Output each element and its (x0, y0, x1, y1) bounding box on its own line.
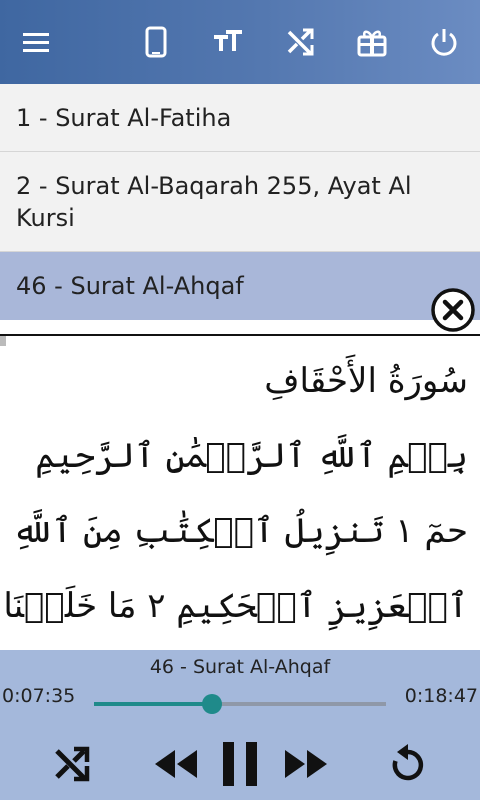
text-size-icon (214, 30, 242, 51)
verse-line: حمٓ ١ تَنزِيلُ ٱلۡكِتَٰبِ مِنَ ٱللَّهِ (12, 511, 468, 551)
power-button[interactable] (420, 18, 468, 66)
list-item-label: 2 - Surat Al-Baqarah 255, Ayat Al Kursi (16, 171, 412, 232)
pause-icon (223, 742, 257, 786)
verse-line: بِسۡمِ ٱللَّهِ ٱلرَّحۡمَٰنِ ٱلرَّحِيمِ (35, 436, 468, 476)
scroll-edge (0, 336, 6, 346)
verse-line: ٱلۡعَزِيزِ ٱلۡحَكِيمِ ٢ مَا خَلَقۡنَا (3, 586, 468, 626)
total-time: 0:18:47 (404, 685, 478, 707)
surah-heading: سُورَةُ الأَحْقَافِ (264, 361, 468, 401)
audio-player: 46 - Surat Al-Ahqaf 0:07:35 0:18:47 (0, 650, 480, 800)
verse-panel: سُورَةُ الأَحْقَافِ بِسۡمِ ٱللَّهِ ٱلرَّ… (0, 334, 480, 650)
list-item-label: 46 - Surat Al-Ahqaf (16, 272, 244, 300)
repeat-icon (392, 744, 424, 781)
text-size-button[interactable] (204, 18, 252, 66)
verse-text: سُورَةُ الأَحْقَافِ بِسۡمِ ٱللَّهِ ٱلرَّ… (0, 336, 480, 644)
menu-icon (23, 33, 49, 52)
close-icon (431, 288, 475, 332)
list-item[interactable]: 2 - Surat Al-Baqarah 255, Ayat Al Kursi (0, 152, 480, 252)
gift-icon (357, 30, 387, 57)
shuffle-play-button[interactable] (48, 740, 96, 788)
seek-bar-progress (94, 702, 212, 706)
phone-icon (145, 26, 167, 58)
list-item[interactable]: 1 - Surat Al-Fatiha (0, 84, 480, 152)
close-button[interactable] (430, 287, 476, 333)
fast-forward-button[interactable] (282, 740, 330, 788)
screen-on-button[interactable] (132, 18, 180, 66)
pause-button[interactable] (216, 740, 264, 788)
repeat-button[interactable] (384, 740, 432, 788)
surah-list: 1 - Surat Al-Fatiha 2 - Surat Al-Baqarah… (0, 84, 480, 320)
rewind-button[interactable] (152, 740, 200, 788)
fast-forward-icon (285, 750, 327, 778)
list-item-label: 1 - Surat Al-Fatiha (16, 103, 232, 132)
elapsed-time: 0:07:35 (2, 685, 76, 707)
list-item-selected[interactable]: 46 - Surat Al-Ahqaf (0, 252, 480, 320)
shuffle-icon (55, 746, 90, 782)
shuffle-button[interactable] (276, 18, 324, 66)
seek-thumb[interactable] (201, 694, 222, 714)
rewind-icon (155, 750, 197, 778)
shuffle-icon (287, 28, 314, 56)
gift-button[interactable] (348, 18, 396, 66)
toolbar (0, 0, 480, 84)
power-icon (431, 29, 457, 56)
seek-bar[interactable] (94, 694, 386, 714)
menu-button[interactable] (12, 18, 60, 66)
track-title: 46 - Surat Al-Ahqaf (149, 656, 331, 678)
